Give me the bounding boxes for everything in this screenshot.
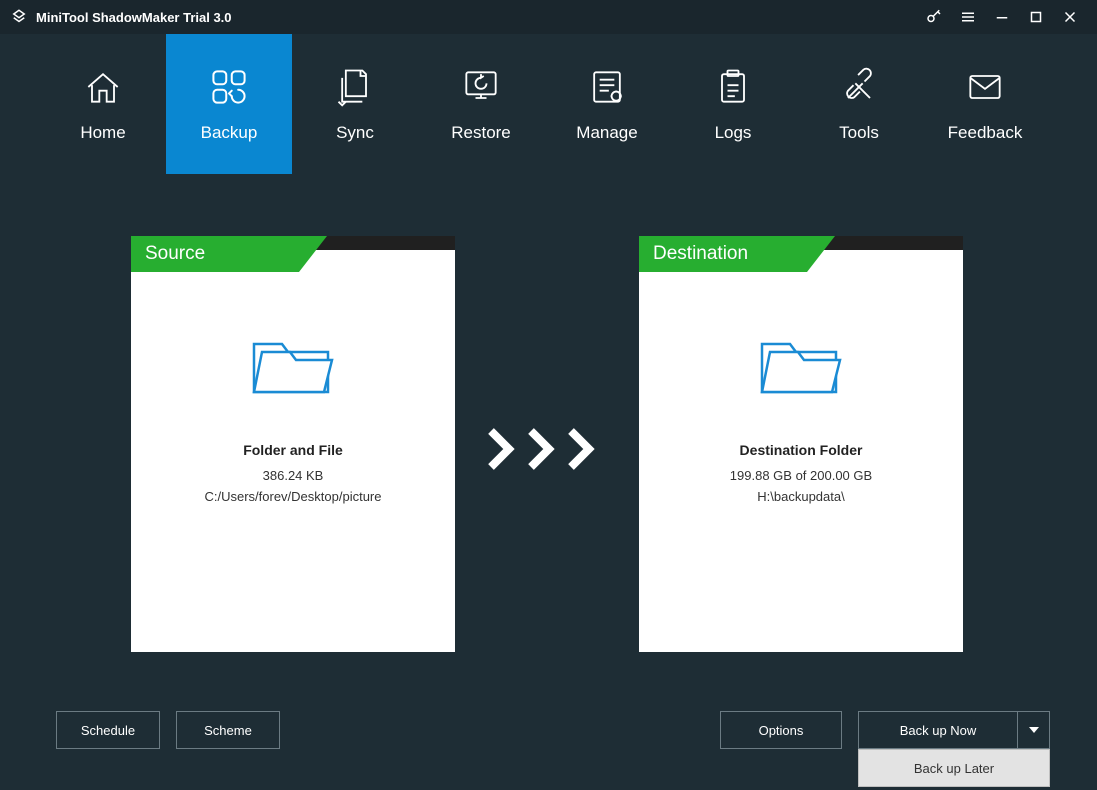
- backup-now-split-button: Back up Now: [858, 711, 1050, 749]
- destination-title: Destination Folder: [740, 442, 863, 458]
- nav-restore[interactable]: Restore: [418, 34, 544, 174]
- folder-icon: [756, 326, 846, 398]
- nav-home[interactable]: Home: [40, 34, 166, 174]
- source-card-header: Source: [131, 236, 455, 272]
- nav-label: Sync: [336, 123, 374, 143]
- nav-label: Restore: [451, 123, 511, 143]
- options-button[interactable]: Options: [720, 711, 842, 749]
- tools-icon: [836, 65, 882, 109]
- home-icon: [80, 65, 126, 109]
- nav-backup[interactable]: Backup: [166, 34, 292, 174]
- content-area: Source Folder and File 386.24 KB C:/User…: [0, 174, 1097, 694]
- folder-icon: [248, 326, 338, 398]
- source-path: C:/Users/forev/Desktop/picture: [204, 489, 381, 504]
- nav-label: Home: [80, 123, 125, 143]
- destination-header-label: Destination: [639, 236, 807, 272]
- destination-card-header: Destination: [639, 236, 963, 272]
- close-icon[interactable]: [1053, 0, 1087, 34]
- nav-sync[interactable]: Sync: [292, 34, 418, 174]
- logs-icon: [710, 65, 756, 109]
- source-card[interactable]: Source Folder and File 386.24 KB C:/User…: [131, 236, 455, 652]
- backup-icon: [206, 65, 252, 109]
- backup-dropdown-toggle[interactable]: [1018, 711, 1050, 749]
- schedule-button[interactable]: Schedule: [56, 711, 160, 749]
- main-nav: Home Backup Sync: [0, 34, 1097, 174]
- nav-feedback[interactable]: Feedback: [922, 34, 1048, 174]
- app-title: MiniTool ShadowMaker Trial 3.0: [36, 10, 232, 25]
- source-title: Folder and File: [243, 442, 343, 458]
- footer: Schedule Scheme Options Back up Now Back…: [0, 707, 1097, 787]
- source-size: 386.24 KB: [263, 468, 324, 483]
- minimize-icon[interactable]: [985, 0, 1019, 34]
- destination-card[interactable]: Destination Destination Folder 199.88 GB…: [639, 236, 963, 652]
- scheme-button[interactable]: Scheme: [176, 711, 280, 749]
- nav-manage[interactable]: Manage: [544, 34, 670, 174]
- key-icon[interactable]: [917, 0, 951, 34]
- backup-now-button[interactable]: Back up Now: [858, 711, 1018, 749]
- app-logo-icon: [10, 8, 28, 26]
- nav-tools[interactable]: Tools: [796, 34, 922, 174]
- titlebar: MiniTool ShadowMaker Trial 3.0: [0, 0, 1097, 34]
- arrow-icon: [486, 428, 606, 470]
- nav-logs[interactable]: Logs: [670, 34, 796, 174]
- maximize-icon[interactable]: [1019, 0, 1053, 34]
- nav-label: Feedback: [948, 123, 1023, 143]
- nav-label: Logs: [715, 123, 752, 143]
- menu-icon[interactable]: [951, 0, 985, 34]
- nav-label: Manage: [576, 123, 637, 143]
- destination-size: 199.88 GB of 200.00 GB: [730, 468, 872, 483]
- destination-path: H:\backupdata\: [757, 489, 844, 504]
- nav-label: Tools: [839, 123, 879, 143]
- restore-icon: [458, 65, 504, 109]
- nav-label: Backup: [201, 123, 258, 143]
- backup-later-option[interactable]: Back up Later: [858, 749, 1050, 787]
- manage-icon: [584, 65, 630, 109]
- sync-icon: [332, 65, 378, 109]
- source-header-label: Source: [131, 236, 299, 272]
- feedback-icon: [962, 65, 1008, 109]
